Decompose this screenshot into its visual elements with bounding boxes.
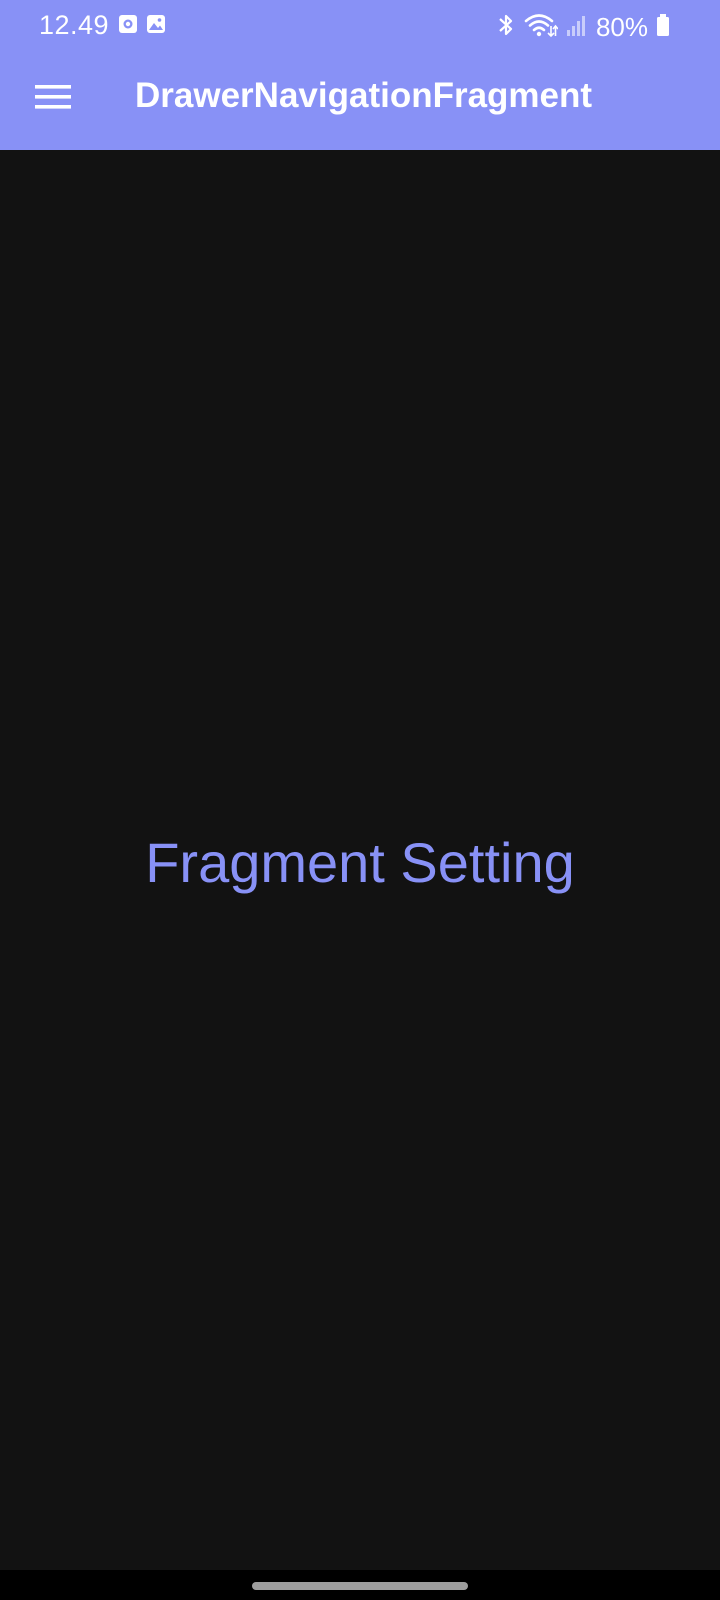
bluetooth-icon bbox=[496, 12, 516, 43]
battery-percent: 80% bbox=[595, 12, 648, 42]
app-bar: 12.49 80% DrawerNavigationFragment bbox=[0, 0, 720, 150]
fragment-title-text: Fragment Setting bbox=[145, 831, 575, 894]
toolbar: DrawerNavigationFragment bbox=[0, 52, 720, 150]
image-icon bbox=[146, 14, 168, 36]
toolbar-title: DrawerNavigationFragment bbox=[135, 76, 593, 115]
system-navigation-bar bbox=[0, 1570, 720, 1600]
battery-icon bbox=[656, 13, 670, 42]
wifi-icon bbox=[524, 12, 559, 43]
home-gesture-handle[interactable] bbox=[252, 1582, 468, 1590]
hamburger-menu-icon bbox=[35, 83, 71, 116]
signal-icon bbox=[566, 13, 588, 42]
navigation-drawer-button[interactable] bbox=[22, 68, 84, 130]
screen-record-icon bbox=[118, 14, 140, 36]
status-time: 12.49 bbox=[39, 10, 110, 40]
fragment-container: Fragment Setting bbox=[0, 150, 720, 1570]
app-screen: 12.49 80% DrawerNavigationFragment Fragm… bbox=[0, 0, 720, 1600]
status-system-icons: 80% bbox=[496, 12, 670, 43]
status-bar: 12.49 80% bbox=[0, 0, 720, 52]
